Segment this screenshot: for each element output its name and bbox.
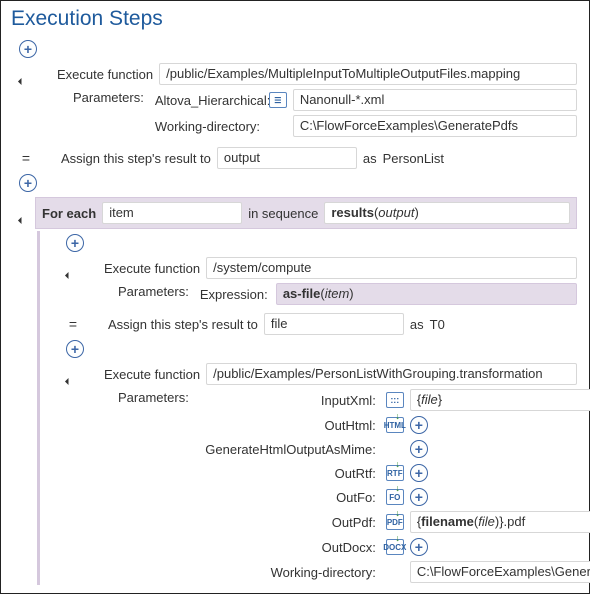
add-step-button[interactable] [19,174,37,192]
param-value-altova[interactable]: Nanonull-*.xml [293,89,577,111]
param-label-outpdf: OutPdf: [200,515,380,530]
as-label: as [363,151,377,166]
parameters-label: Parameters: [118,387,189,405]
param-label-altova: Altova_Hierarchical: [155,93,263,108]
item-var-input[interactable]: item [102,202,242,224]
collapse-toggle[interactable] [19,72,29,82]
for-each-bar: For each item in sequence results(output… [35,197,577,229]
html-file-icon[interactable]: HTML [386,417,404,433]
execute-function-label: Execute function [57,67,153,82]
add-value-button[interactable] [410,538,428,556]
param-value-wd2[interactable]: C:\FlowForceExamples\GeneratePdfs [410,561,590,583]
docx-file-icon[interactable]: DOCX [386,539,404,555]
param-label-outhtml: OutHtml: [200,418,380,433]
execute-function-label: Execute function [104,367,200,382]
sequence-input[interactable]: results(output) [324,202,570,224]
assign-var-input[interactable]: file [264,313,404,335]
param-label-outdocx: OutDocx: [200,540,380,555]
assign-icon: = [66,316,80,332]
xml-icon[interactable]: ::: [386,392,404,408]
function-path-input[interactable]: /public/Examples/MultipleInputToMultiple… [159,63,577,85]
assign-var-input[interactable]: output [217,147,357,169]
assign-label: Assign this step's result to [108,317,258,332]
pdf-file-icon[interactable]: PDF [386,514,404,530]
add-step-button[interactable] [19,40,37,58]
collapse-toggle[interactable] [66,266,76,276]
assign-icon: = [19,150,33,166]
collapse-toggle[interactable] [66,372,76,382]
add-value-button[interactable] [410,440,428,458]
rtf-file-icon[interactable]: RTF [386,465,404,481]
result-type: PersonList [383,151,444,166]
for-each-label: For each [42,206,96,221]
param-label-inputxml: InputXml: [200,393,380,408]
function-path-input[interactable]: /public/Examples/PersonListWithGrouping.… [206,363,577,385]
param-label-genmime: GenerateHtmlOutputAsMime: [200,442,380,457]
expression-input[interactable]: as-file(item) [276,283,577,305]
param-label-wd2: Working-directory: [200,565,380,580]
result-type: T0 [430,317,445,332]
in-sequence-label: in sequence [248,206,318,221]
parameters-label: Parameters: [118,281,189,299]
fo-file-icon[interactable]: FO [386,489,404,505]
param-label-outrtf: OutRtf: [200,466,380,481]
function-path-input[interactable]: /system/compute [206,257,577,279]
add-step-button[interactable] [66,340,84,358]
execute-function-label: Execute function [104,261,200,276]
param-value-wd[interactable]: C:\FlowForceExamples\GeneratePdfs [293,115,577,137]
page-title: Execution Steps [11,7,583,31]
add-step-button[interactable] [66,234,84,252]
param-value-inputxml[interactable]: {file} [410,389,590,411]
add-value-button[interactable] [410,416,428,434]
param-label-wd: Working-directory: [155,119,263,134]
param-label-expression: Expression: [200,287,270,302]
param-value-outpdf[interactable]: {filename(file)}.pdf [410,511,590,533]
mapping-icon[interactable]: ☰ [269,92,287,108]
as-label: as [410,317,424,332]
add-value-button[interactable] [410,464,428,482]
assign-label: Assign this step's result to [61,151,211,166]
param-label-outfo: OutFo: [200,490,380,505]
add-value-button[interactable] [410,488,428,506]
parameters-label: Parameters: [73,87,144,105]
collapse-toggle[interactable] [19,211,29,221]
